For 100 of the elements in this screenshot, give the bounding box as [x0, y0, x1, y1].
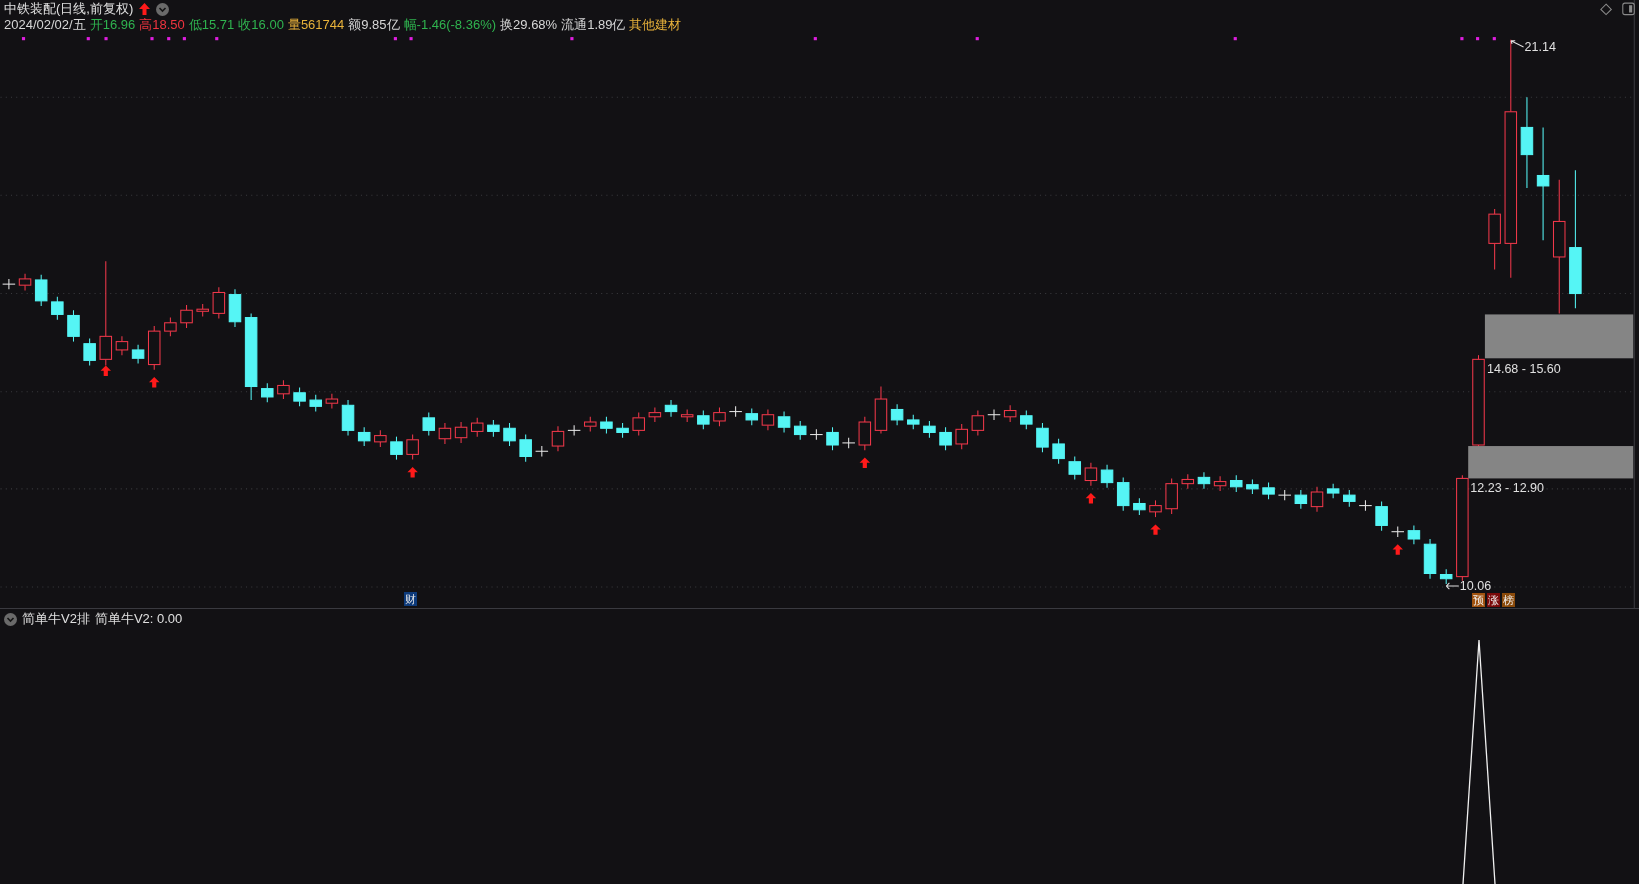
candle	[1149, 499, 1162, 518]
candle	[632, 412, 645, 437]
candle	[1246, 478, 1259, 495]
candle	[1230, 474, 1243, 493]
candle	[18, 273, 32, 291]
candle	[1358, 499, 1373, 512]
candle	[261, 382, 274, 403]
candle	[1197, 471, 1211, 490]
candle	[325, 393, 339, 409]
candle	[1390, 525, 1405, 538]
up-arrow-icon	[1392, 544, 1403, 555]
up-arrow-icon	[407, 466, 418, 478]
candle	[551, 425, 565, 452]
up-arrow-icon	[1150, 524, 1161, 535]
candle	[616, 422, 629, 439]
candle	[309, 394, 322, 413]
candle	[1133, 497, 1146, 516]
candle	[567, 424, 581, 437]
indicator-value: 简单牛V2: 0.00	[94, 611, 183, 627]
candle	[519, 434, 532, 463]
candle	[1020, 410, 1033, 430]
candle	[67, 309, 80, 343]
signal-tag: 涨	[1487, 593, 1500, 607]
candle	[713, 406, 726, 427]
candle	[1439, 568, 1453, 585]
candle	[422, 412, 436, 437]
low-pointer-icon	[1445, 582, 1460, 590]
candle	[1326, 483, 1340, 499]
quote-field: 2024/02/02/五	[4, 17, 86, 33]
candle	[357, 426, 371, 447]
up-arrow-icon	[149, 377, 160, 388]
high-price-label: 21.14	[1524, 40, 1556, 55]
indicator-name: 简单牛V2排	[22, 611, 90, 627]
candle	[697, 410, 710, 430]
candle	[1084, 462, 1098, 487]
quote-field: 低15.71	[188, 17, 235, 33]
quote-field: 收16.00	[238, 17, 284, 33]
candle	[34, 274, 48, 307]
candle	[1375, 500, 1388, 532]
signal-tag: 榜	[1502, 593, 1515, 607]
candle	[971, 410, 985, 437]
candle	[196, 303, 209, 318]
quote-field: 高18.50	[139, 17, 185, 33]
candle	[406, 434, 419, 461]
candle	[841, 437, 856, 449]
candle	[907, 414, 920, 430]
candle	[83, 337, 96, 367]
candle	[1052, 438, 1065, 465]
chart-title: 中铁装配(日线,前复权)	[4, 1, 134, 17]
candle	[115, 335, 129, 356]
candle	[277, 379, 290, 400]
low-price-label: 10.06	[1459, 579, 1492, 594]
quote-field: 额9.85亿	[348, 17, 400, 33]
quote-field: 开16.96	[89, 17, 136, 33]
candle	[1277, 489, 1292, 501]
candle	[987, 408, 1001, 421]
candle	[51, 296, 64, 321]
high-pointer-icon	[1510, 40, 1525, 48]
zone-range-label: 14.68 - 15.60	[1487, 361, 1561, 376]
chevron-down-icon[interactable]	[156, 2, 170, 16]
candle	[2, 278, 16, 290]
candle	[341, 399, 355, 437]
candle	[955, 423, 968, 450]
quote-field: 幅-1.46(-8.36%)	[403, 17, 497, 33]
candle	[1407, 524, 1421, 545]
up-arrow-icon	[100, 365, 111, 377]
up-arrow-icon	[1085, 493, 1097, 504]
candle	[939, 426, 952, 451]
quote-field: 其他建材	[629, 17, 682, 33]
candle	[1036, 422, 1049, 453]
up-arrow-icon	[139, 3, 151, 15]
finance-event-badge[interactable]: 财	[404, 592, 417, 606]
zone-range-label: 12.23 - 12.90	[1470, 481, 1545, 495]
panel-toggle-icon[interactable]	[1622, 2, 1635, 16]
candle	[131, 344, 145, 365]
diamond-icon[interactable]	[1600, 3, 1613, 16]
candle	[745, 407, 759, 426]
candle	[180, 304, 193, 329]
candle	[374, 429, 387, 448]
candle	[503, 422, 516, 447]
candle	[470, 417, 484, 438]
candle	[147, 325, 161, 371]
candle	[809, 428, 824, 441]
signal-tag: 预	[1472, 593, 1485, 607]
candle	[728, 405, 743, 418]
candle	[584, 416, 597, 432]
candle	[1116, 476, 1130, 512]
candle	[1213, 475, 1227, 492]
candle	[793, 420, 807, 441]
candle	[1423, 538, 1437, 580]
candle	[600, 416, 613, 435]
candle	[1181, 473, 1195, 490]
candle	[890, 403, 904, 426]
candle	[1310, 486, 1324, 513]
candle	[874, 386, 888, 435]
candle	[535, 445, 549, 457]
candle	[487, 419, 500, 438]
chevron-down-icon[interactable]	[4, 612, 17, 626]
quote-field: 流通1.89亿	[561, 17, 626, 33]
candle	[858, 416, 872, 451]
